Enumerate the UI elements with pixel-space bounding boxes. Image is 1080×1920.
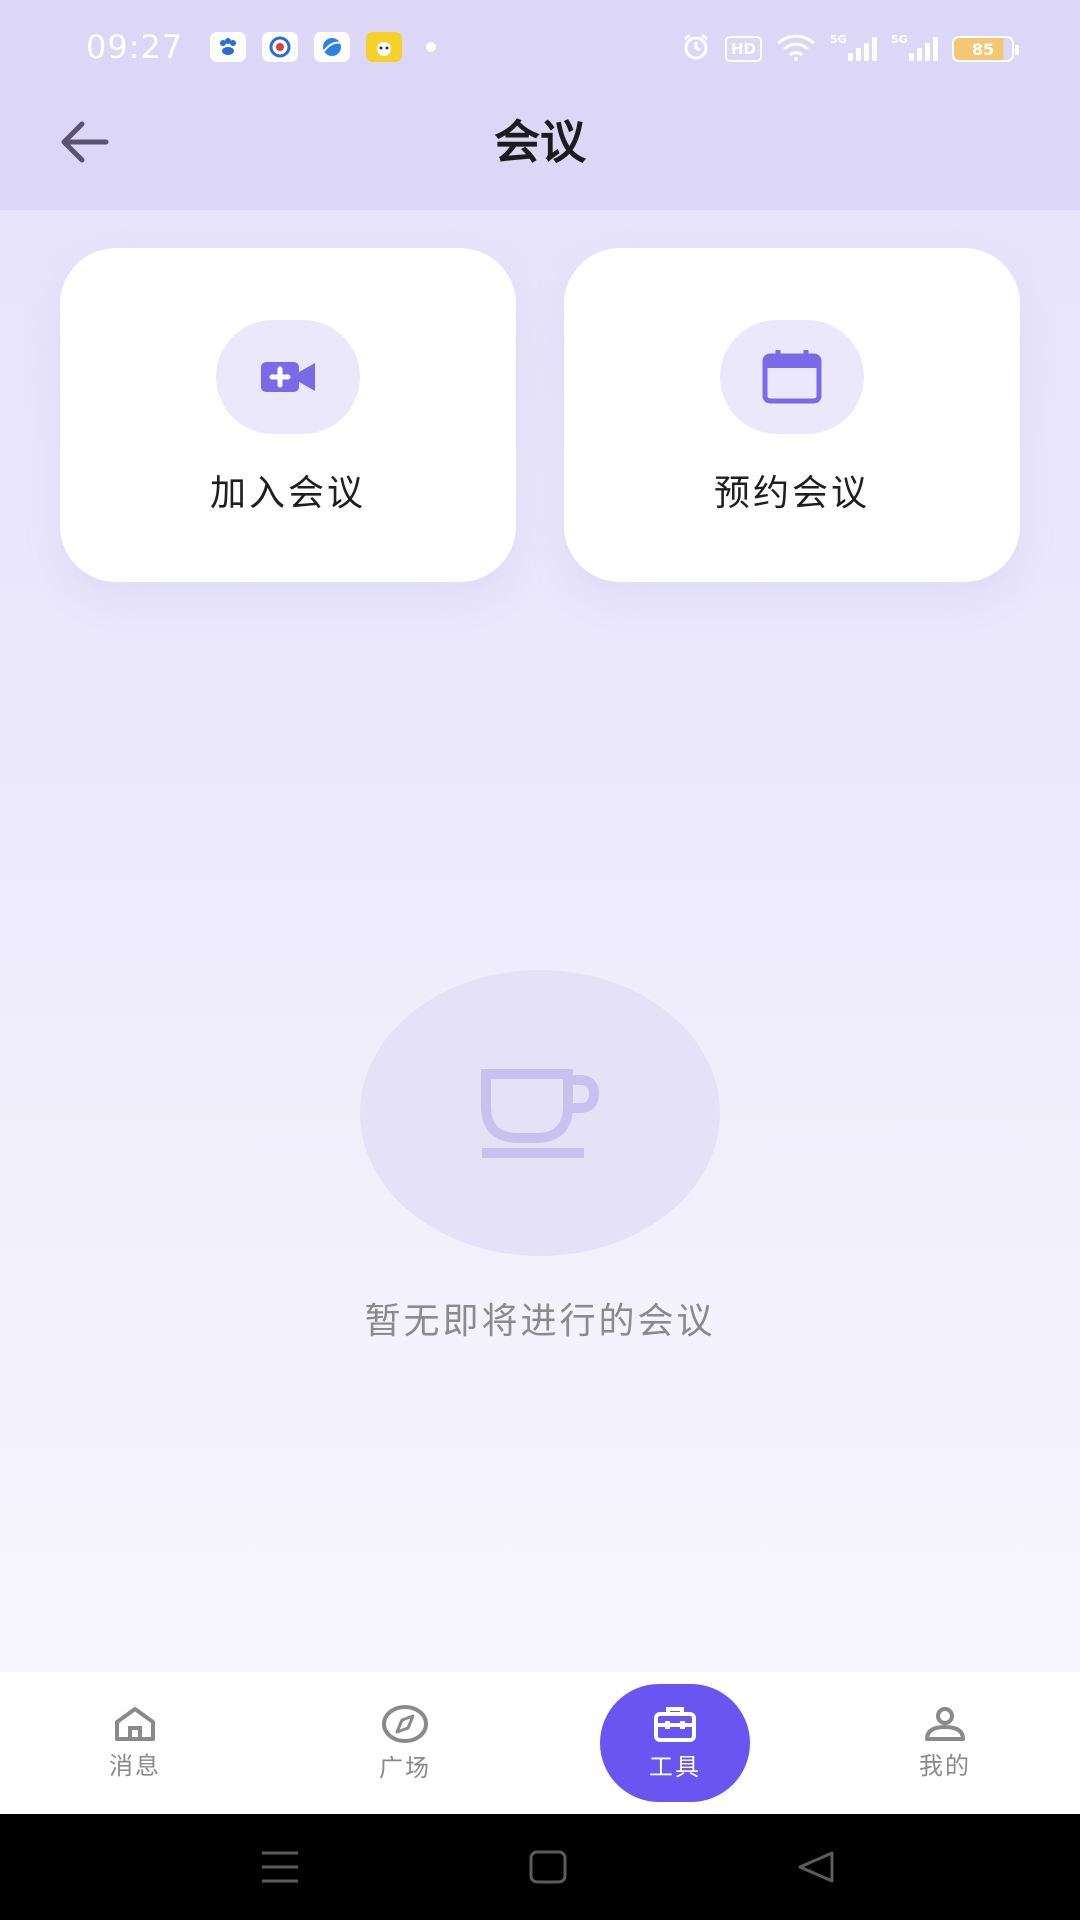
tab-plaza-label: 广场 xyxy=(379,1753,431,1782)
system-status: HD 5G 5G 85 xyxy=(681,32,1019,66)
join-meeting-icon-wrap xyxy=(216,320,360,434)
wifi-icon xyxy=(776,33,816,65)
more-notifications-dot xyxy=(426,42,436,52)
calendar-icon xyxy=(762,350,822,404)
tab-messages-label: 消息 xyxy=(109,1751,161,1780)
baidu-app-icon xyxy=(210,32,246,62)
user-icon xyxy=(925,1706,965,1741)
bottom-tab-bar: 消息 广场 工具 我的 xyxy=(0,1672,1080,1814)
join-meeting-label: 加入会议 xyxy=(209,473,366,514)
schedule-meeting-icon-wrap xyxy=(720,320,864,434)
battery-level: 85 xyxy=(971,39,995,59)
schedule-meeting-card[interactable]: 预约会议 xyxy=(564,248,1020,582)
join-meeting-card[interactable]: 加入会议 xyxy=(60,248,516,582)
compass-icon xyxy=(382,1704,428,1743)
tencent-news-icon xyxy=(262,32,298,62)
recent-apps-button[interactable] xyxy=(250,1842,310,1892)
browser-icon xyxy=(314,32,350,62)
video-plus-icon xyxy=(261,362,315,392)
network-label-1: 5G xyxy=(830,33,847,46)
notification-icons xyxy=(210,32,436,62)
tab-tools-label: 工具 xyxy=(649,1752,701,1781)
signal-icon-2: 5G xyxy=(891,33,938,61)
triangle-back-icon xyxy=(798,1851,834,1883)
signal-icon-1: 5G xyxy=(830,33,877,61)
alarm-icon xyxy=(681,32,711,66)
battery-icon: 85 xyxy=(952,36,1019,62)
status-bar: 09:27 HD 5G 5G 85 xyxy=(0,0,1080,100)
tab-profile-label: 我的 xyxy=(919,1751,971,1780)
empty-state-illustration xyxy=(360,970,720,1256)
tab-profile[interactable]: 我的 xyxy=(870,1672,1020,1814)
game-icon xyxy=(366,32,402,62)
network-label-2: 5G xyxy=(891,33,908,46)
system-back-button[interactable] xyxy=(786,1842,846,1892)
cup-icon xyxy=(481,1069,600,1158)
toolbox-icon xyxy=(654,1706,696,1742)
tab-tools[interactable]: 工具 xyxy=(600,1684,750,1802)
page-title: 会议 xyxy=(494,115,586,169)
status-time: 09:27 xyxy=(86,28,184,66)
hd-badge: HD xyxy=(724,36,762,62)
top-bar: 09:27 HD 5G 5G 85 会议 xyxy=(0,0,1080,210)
home-icon xyxy=(115,1706,155,1741)
square-icon xyxy=(529,1850,567,1884)
tab-plaza[interactable]: 广场 xyxy=(330,1672,480,1814)
menu-icon xyxy=(262,1851,298,1883)
home-button[interactable] xyxy=(518,1842,578,1892)
system-navigation-bar xyxy=(0,1814,1080,1920)
schedule-meeting-label: 预约会议 xyxy=(713,473,870,514)
tab-messages[interactable]: 消息 xyxy=(60,1672,210,1814)
empty-state-message: 暂无即将进行的会议 xyxy=(364,1301,716,1342)
